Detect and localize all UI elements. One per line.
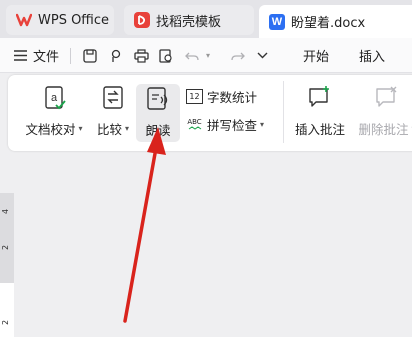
annotation-arrow xyxy=(123,127,166,323)
arrow-shaft xyxy=(123,146,158,323)
arrow-head xyxy=(147,127,166,155)
